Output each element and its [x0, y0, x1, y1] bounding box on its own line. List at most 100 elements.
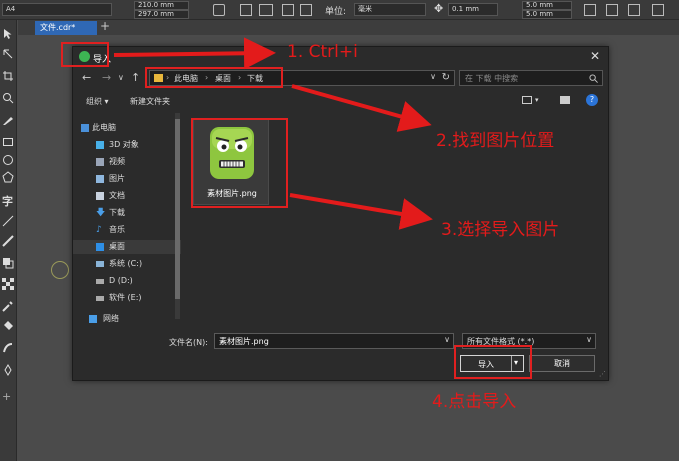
sidebar-item-label: 文档: [109, 191, 125, 200]
sidebar-item-documents[interactable]: 文档: [73, 189, 181, 203]
organize-button[interactable]: 组织 ▾: [86, 96, 109, 107]
connector-tool-icon[interactable]: [2, 235, 14, 247]
back-arrow-icon[interactable]: ←: [82, 71, 91, 84]
new-folder-button[interactable]: 新建文件夹: [130, 96, 170, 107]
page-height-value: 297.0 mm: [138, 10, 174, 18]
outline-pen-icon[interactable]: [2, 364, 14, 376]
text-tool-icon[interactable]: 字: [2, 193, 14, 208]
sidebar-item-drive-e[interactable]: 软件 (E:): [73, 291, 181, 305]
page-setup-icon[interactable]: [300, 4, 312, 16]
sidebar-item-3d-objects[interactable]: 3D 对象: [73, 138, 181, 152]
nav-scrollbar-thumb[interactable]: [175, 119, 180, 299]
forward-arrow-icon[interactable]: →: [102, 71, 111, 84]
sidebar-item-drive-d[interactable]: D (D:): [73, 274, 181, 288]
add-tab-button[interactable]: +: [100, 19, 110, 33]
all-pages-icon[interactable]: [240, 4, 252, 16]
ellipse-tool-icon[interactable]: [2, 154, 14, 166]
pick-tool-icon[interactable]: [2, 28, 14, 40]
fill-tool-icon[interactable]: [2, 320, 14, 332]
nudge-value: 0.1 mm: [452, 5, 479, 13]
recent-dropdown-icon[interactable]: ∨: [118, 73, 124, 82]
highlight-box-dialog-title: [61, 42, 109, 67]
duplicate-x-value: 5.0 mm: [526, 1, 553, 9]
portrait-icon[interactable]: [213, 4, 225, 16]
sidebar-item-downloads[interactable]: 🡇 下载: [73, 206, 181, 220]
duplicate-x-field[interactable]: 5.0 mm: [522, 1, 572, 10]
search-input[interactable]: 在 下载 中搜索: [459, 70, 603, 86]
sidebar-item-label: 软件 (E:): [109, 293, 142, 302]
annotation-step2: 2.找到图片位置: [436, 131, 555, 151]
smart-fill-icon[interactable]: [2, 342, 14, 354]
close-button[interactable]: ✕: [590, 49, 600, 63]
refresh-icon[interactable]: ↻: [442, 72, 450, 83]
drive-icon: [96, 261, 104, 267]
snap-icon[interactable]: [628, 4, 640, 16]
unit-select[interactable]: 毫米: [354, 3, 426, 16]
property-bar: A4 210.0 mm 297.0 mm 单位: 毫米 ✥ 0.1 mm 5.0…: [0, 0, 679, 20]
freehand-tool-icon[interactable]: [2, 114, 14, 126]
resize-grip-icon[interactable]: ⋰: [599, 370, 606, 378]
landscape-icon[interactable]: [259, 4, 273, 16]
document-tab-label: 文件.cdr*: [40, 23, 76, 32]
page-width-field[interactable]: 210.0 mm: [134, 1, 189, 10]
filename-field[interactable]: 素材图片.png ∨: [214, 333, 454, 349]
unit-label: 单位:: [325, 7, 347, 17]
rectangle-tool-icon[interactable]: [2, 136, 14, 148]
network-icon: [89, 315, 97, 323]
sidebar-item-label: 下载: [109, 208, 125, 217]
page-size-value: A4: [6, 5, 16, 13]
parallel-dimension-icon[interactable]: [2, 215, 14, 227]
help-icon[interactable]: ?: [586, 94, 598, 106]
video-icon: [96, 158, 104, 166]
navigation-pane: 此电脑 3D 对象 视频 图片 文档 🡇 下载 ♪ 音乐 桌面 系统 (C:) …: [73, 113, 181, 323]
sidebar-item-label: 3D 对象: [109, 140, 139, 149]
sidebar-item-desktop[interactable]: 桌面: [73, 240, 181, 254]
view-dropdown-icon[interactable]: ▾: [535, 96, 539, 104]
page-size-select[interactable]: A4: [2, 3, 112, 16]
view-options-icon[interactable]: [522, 96, 532, 104]
sidebar-item-videos[interactable]: 视频: [73, 155, 181, 169]
more-tools-icon[interactable]: +: [2, 390, 14, 403]
filename-dropdown-icon[interactable]: ∨: [444, 335, 450, 344]
eyedropper-icon[interactable]: [2, 300, 14, 312]
preview-pane-icon[interactable]: [560, 96, 570, 104]
sidebar-item-network[interactable]: 网络: [73, 312, 181, 323]
annotation-step1: 1. Ctrl+i: [287, 42, 358, 62]
highlight-box-import: [454, 345, 532, 379]
shape-tool-icon[interactable]: [2, 48, 14, 60]
nav-scrollbar[interactable]: [175, 113, 180, 319]
sidebar-item-drive-c[interactable]: 系统 (C:): [73, 257, 181, 271]
search-placeholder: 在 下载 中搜索: [465, 74, 519, 83]
page-height-field[interactable]: 297.0 mm: [134, 10, 189, 19]
cube-icon: [96, 141, 104, 149]
up-arrow-icon[interactable]: ↑: [131, 71, 140, 84]
sidebar-item-pictures[interactable]: 图片: [73, 172, 181, 186]
sidebar-item-music[interactable]: ♪ 音乐: [73, 223, 181, 237]
crop-tool-icon[interactable]: [2, 70, 14, 82]
filetype-dropdown-icon[interactable]: ∨: [586, 335, 592, 344]
document-tab[interactable]: 文件.cdr*: [35, 21, 97, 35]
download-icon: 🡇: [96, 208, 106, 218]
nudge-icon: ✥: [434, 2, 444, 15]
options-icon[interactable]: [652, 4, 664, 16]
drop-shadow-icon[interactable]: [2, 257, 14, 269]
address-dropdown-icon[interactable]: ∨: [430, 72, 436, 81]
nudge-field[interactable]: 0.1 mm: [448, 3, 498, 16]
current-page-icon[interactable]: [282, 4, 294, 16]
sidebar-item-label: 视频: [109, 157, 125, 166]
polygon-tool-icon[interactable]: [2, 171, 14, 183]
toolbox: 字 +: [0, 20, 17, 461]
duplicate-y-field[interactable]: 5.0 mm: [522, 10, 572, 19]
pc-icon: [81, 124, 89, 132]
page-width-value: 210.0 mm: [138, 1, 174, 9]
sidebar-item-label: 音乐: [109, 225, 125, 234]
cancel-button[interactable]: 取消: [529, 355, 595, 372]
sidebar-item-label: 桌面: [109, 242, 125, 251]
annotation-step4: 4.点击导入: [432, 392, 517, 412]
guidelines-icon[interactable]: [606, 4, 618, 16]
units-icon[interactable]: [584, 4, 596, 16]
search-icon: [589, 74, 598, 83]
zoom-tool-icon[interactable]: [2, 92, 14, 104]
transparency-tool-icon[interactable]: [2, 278, 14, 290]
sidebar-item-this-pc[interactable]: 此电脑: [73, 121, 181, 135]
